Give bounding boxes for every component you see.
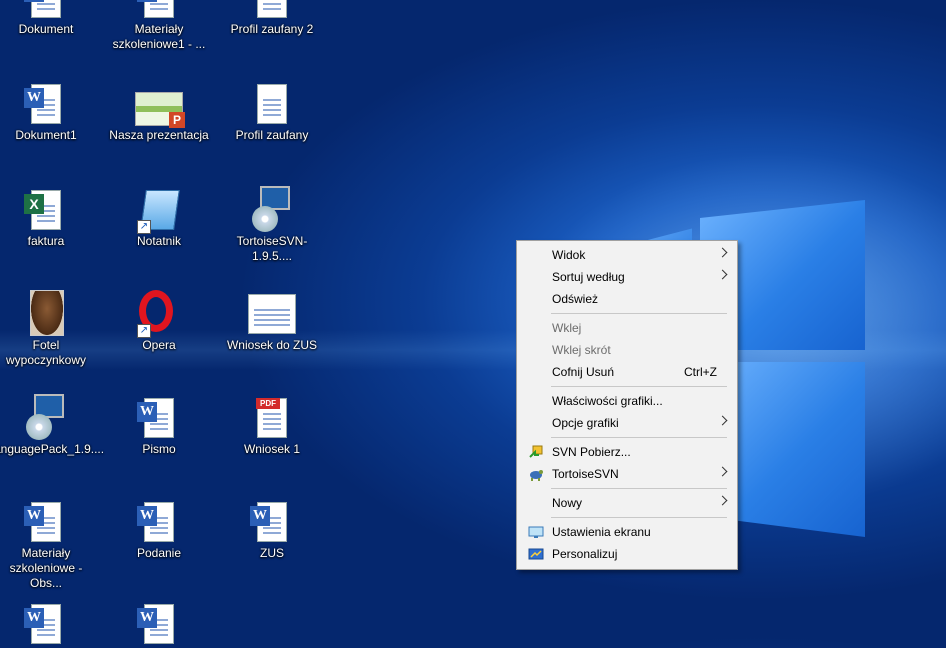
menu-item-cofnij-usun[interactable]: Cofnij Usuń Ctrl+Z [519,361,735,383]
menu-item-wklej-skrot: Wklej skrót [552,343,611,357]
desktop-icon-label: Dokument1 [15,128,77,142]
desktop-icon-wniosek-1[interactable]: PDF Wniosek 1 [220,394,324,457]
image-thumbnail-icon [30,290,64,336]
desktop-icon-label: Nasza prezentacja [109,128,209,142]
menu-item-wklej: Wklej [552,321,582,335]
chevron-right-icon [717,269,728,280]
desktop-icon-opera[interactable]: ↗ Opera [107,290,211,353]
desktop-icon-label: Fotel wypoczynkowy [5,338,87,367]
desktop-icon-languagepack[interactable]: anguagePack_1.9.... [0,394,105,457]
chevron-right-icon [717,495,728,506]
desktop-icon-dokument1[interactable]: W Dokument1 [0,80,98,143]
menu-separator [551,437,727,438]
desktop-icon-profil-zaufany-2[interactable]: Profil zaufany 2 [220,0,324,37]
document-icon [248,294,296,334]
menu-item-wlasciwosci-grafiki[interactable]: Właściwości grafiki... [519,390,735,412]
desktop-icon-profil-zaufany[interactable]: Profil zaufany [220,80,324,143]
desktop-icon-label: Materiały szkoleniowe1 - ... [112,22,206,51]
menu-item-nowy[interactable]: Nowy [519,492,735,514]
menu-separator [551,313,727,314]
desktop-icon-label: anguagePack_1.9.... [0,442,105,456]
desktop-icon-pismo[interactable]: W Pismo [107,394,211,457]
menu-item-widok[interactable]: Widok [519,244,735,266]
desktop-icon-label: Wniosek 1 [243,442,301,456]
personalize-icon [528,546,544,562]
desktop-icon-label: Wniosek do ZUS [226,338,318,352]
desktop-icon-partial[interactable]: W [107,600,211,648]
svn-checkout-icon [528,444,544,460]
desktop-icon-zus[interactable]: W ZUS [220,498,324,561]
menu-item-personalizuj[interactable]: Personalizuj [519,543,735,565]
menu-item-tortoisesvn[interactable]: TortoiseSVN [519,463,735,485]
menu-item-sortuj[interactable]: Sortuj według [519,266,735,288]
chevron-right-icon [717,247,728,258]
desktop-icon-label: Profil zaufany 2 [230,22,314,36]
desktop-icon-materialy1[interactable]: W Materiały szkoleniowe1 - ... [107,0,211,52]
desktop-icon-notatnik[interactable]: ↗ Notatnik [107,186,211,249]
shortcut-arrow-icon: ↗ [137,220,151,234]
desktop-icon-label: Opera [142,338,176,352]
desktop-context-menu: Widok Sortuj według Odśwież Wklej Wklej … [516,240,738,570]
menu-item-odswiez[interactable]: Odśwież [519,288,735,310]
desktop-icon-materialy[interactable]: W Materiały szkoleniowe - Obs... [0,498,98,591]
desktop-icon-faktura[interactable]: X faktura [0,186,98,249]
shortcut-arrow-icon: ↗ [137,324,151,338]
desktop-icon-label: Podanie [136,546,182,560]
desktop-icon-label: Dokument [18,22,74,36]
tortoise-icon [528,466,544,482]
word-document-icon [144,0,174,18]
desktop-icon-label: ZUS [260,546,284,560]
document-icon [257,84,287,124]
word-document-icon [31,0,61,18]
desktop-icon-dokument[interactable]: W Dokument [0,0,98,37]
desktop-icon-label: TortoiseSVN-1.9.5.... [236,234,308,263]
desktop-icon-label: Profil zaufany [235,128,309,142]
desktop-icon-label: Materiały szkoleniowe - Obs... [9,546,83,590]
desktop-icon-label: Pismo [142,442,176,456]
menu-separator [551,488,727,489]
chevron-right-icon [717,415,728,426]
desktop-icon-nasza-prezentacja[interactable]: P Nasza prezentacja [107,80,211,143]
desktop-icon-label: faktura [27,234,65,248]
menu-separator [551,517,727,518]
shortcut-label: Ctrl+Z [684,365,717,379]
document-icon [257,0,287,18]
chevron-right-icon [717,466,728,477]
desktop-icon-wniosek-zus[interactable]: Wniosek do ZUS [220,290,324,353]
desktop-icon-tortoisesvn-installer[interactable]: TortoiseSVN-1.9.5.... [220,186,324,264]
desktop-icon-label: Notatnik [136,234,182,248]
menu-item-svn-pobierz[interactable]: SVN Pobierz... [519,441,735,463]
desktop-icon-partial[interactable]: W [0,600,98,648]
menu-item-ustawienia-ekranu[interactable]: Ustawienia ekranu [519,521,735,543]
menu-separator [551,386,727,387]
desktop-icon-fotel[interactable]: Fotel wypoczynkowy [0,290,98,368]
display-settings-icon [528,524,544,540]
desktop-icon-podanie[interactable]: W Podanie [107,498,211,561]
menu-item-opcje-grafiki[interactable]: Opcje grafiki [519,412,735,434]
